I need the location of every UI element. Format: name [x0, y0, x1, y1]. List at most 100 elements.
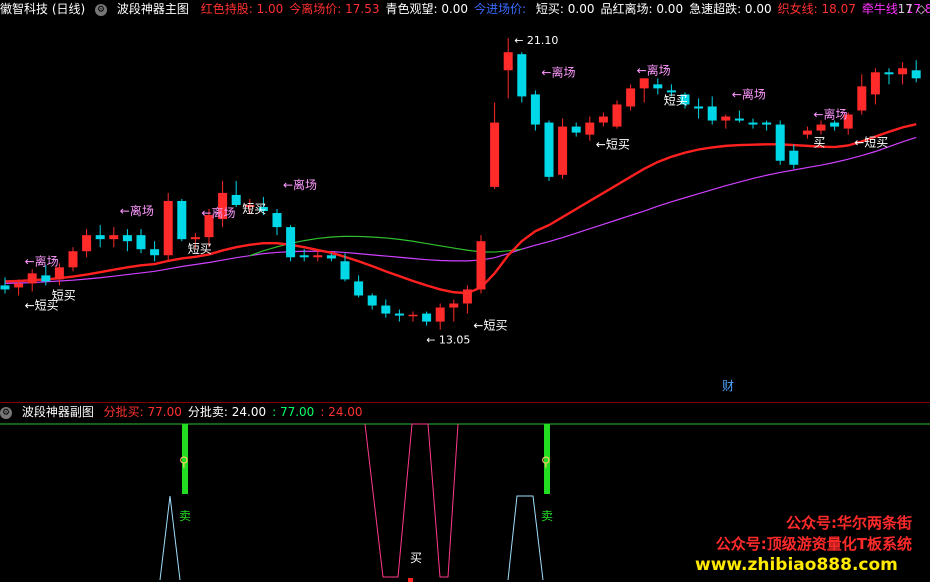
candle-body	[626, 88, 636, 107]
buy-signal-label: 短买	[664, 93, 688, 107]
candle	[898, 62, 908, 85]
settings-icon[interactable]: ⚙	[95, 3, 108, 16]
candle-body	[598, 116, 608, 123]
candle-body	[490, 122, 500, 187]
candle-body	[762, 122, 772, 125]
indicator-values: 红色持股: 1.00 今离场价: 17.53 青色观望: 0.00 今进场价: 短买:…	[201, 2, 930, 16]
candle-body	[136, 235, 146, 250]
candle	[857, 74, 867, 115]
candle-body	[707, 106, 717, 121]
batch-sell-line	[507, 495, 544, 581]
candle	[911, 60, 921, 83]
candle-body	[381, 305, 391, 314]
candle	[762, 120, 772, 131]
candle-body	[190, 237, 200, 240]
candle-body	[653, 84, 663, 89]
candle-body	[816, 124, 826, 131]
indicator-field: 分批买: 77.00	[103, 405, 182, 419]
candle-body	[313, 255, 323, 258]
indicator-field: 今进场价:	[474, 2, 530, 16]
candle-body	[122, 235, 132, 242]
candle	[830, 120, 840, 131]
candle-body	[721, 116, 731, 121]
candle	[748, 118, 758, 129]
candle-body	[299, 255, 309, 258]
indicator-field: 急速超跌: 0.00	[689, 2, 772, 16]
candle	[231, 180, 241, 207]
settings-icon-sub[interactable]: ⚙	[0, 406, 12, 419]
candle-body	[517, 54, 527, 97]
candle-body	[367, 295, 377, 306]
candle-body	[748, 122, 758, 125]
candle-body	[27, 273, 37, 284]
candle	[544, 120, 554, 181]
candle-body	[571, 126, 581, 133]
indicator-field: 今离场价: 17.53	[289, 2, 380, 16]
candle	[313, 251, 323, 262]
exit-signal-label: ←离场	[813, 107, 847, 122]
candle-body	[272, 213, 282, 228]
indicator-title[interactable]: 波段神器主图	[117, 2, 189, 16]
candle	[163, 192, 173, 262]
exit-signal-label: ←离场	[637, 62, 671, 77]
candle-body	[802, 130, 812, 135]
candle	[272, 209, 282, 236]
candle-body	[898, 68, 908, 75]
candle-body	[286, 227, 296, 258]
sub-indicator-values: 分批买: 77.00 分批卖: 24.00: 77.00: 24.00	[104, 405, 369, 419]
candle	[435, 303, 445, 330]
candle-body	[476, 241, 486, 290]
watermark-line3: www.zhibiao888.com	[695, 555, 898, 575]
candle-body	[462, 289, 472, 304]
candle	[0, 277, 10, 294]
candle-body	[911, 70, 921, 79]
candle	[884, 68, 894, 85]
candle-body	[857, 86, 867, 111]
candle-body	[449, 303, 459, 308]
candle-body	[82, 235, 92, 252]
exit-signal-label: ←离场	[25, 253, 59, 268]
candle-body	[544, 122, 554, 177]
exit-signal-label: ←离场	[283, 177, 317, 192]
candle-body	[734, 118, 744, 121]
candle-body	[0, 285, 10, 290]
candle-body	[830, 122, 840, 127]
indicator-field: 织女线: 18.07	[777, 2, 856, 16]
candle-body	[666, 90, 676, 93]
candle	[802, 126, 812, 139]
candle-body	[68, 251, 78, 268]
candle	[27, 269, 37, 292]
candle	[408, 311, 418, 322]
min-price-label: ← 13.05	[426, 334, 470, 347]
exit-signal-label: ←离场	[732, 87, 766, 102]
candle	[503, 38, 513, 99]
max-price-label: ← 21.10	[514, 34, 558, 47]
main-chart[interactable]: ← 21.10← 13.05←离场←短买短买←离场短买←离场 短买←离场←短买←离…	[0, 18, 930, 396]
candle-body	[54, 267, 64, 280]
candle	[354, 275, 364, 298]
exit-signal-label: ←离场	[120, 203, 154, 218]
candle-body	[163, 200, 173, 256]
candle-body	[95, 235, 105, 240]
sub-indicator-title[interactable]: 波段神器副图	[22, 405, 94, 419]
exit-signal-label: ←离场	[201, 205, 235, 220]
candle	[286, 225, 296, 262]
person-icon: ⚲	[541, 455, 551, 470]
candle-body	[558, 126, 568, 175]
buy-signal-label: ←短买	[854, 136, 888, 150]
stock-title[interactable]: 徽智科技 (日线)	[0, 2, 85, 16]
candle	[558, 118, 568, 179]
batch-sell-line	[159, 495, 181, 581]
candle	[816, 120, 826, 135]
indicator-field: 青色观望: 0.00	[385, 2, 469, 16]
candle	[653, 78, 663, 95]
candle	[721, 114, 731, 129]
candle-body	[503, 52, 513, 71]
candle	[870, 68, 880, 105]
candle	[707, 96, 717, 125]
diamond-icon[interactable]: ◇	[917, 2, 926, 16]
candle-body	[694, 106, 704, 109]
candle-body	[41, 275, 51, 282]
candle	[218, 180, 228, 228]
candle-body	[408, 314, 418, 317]
